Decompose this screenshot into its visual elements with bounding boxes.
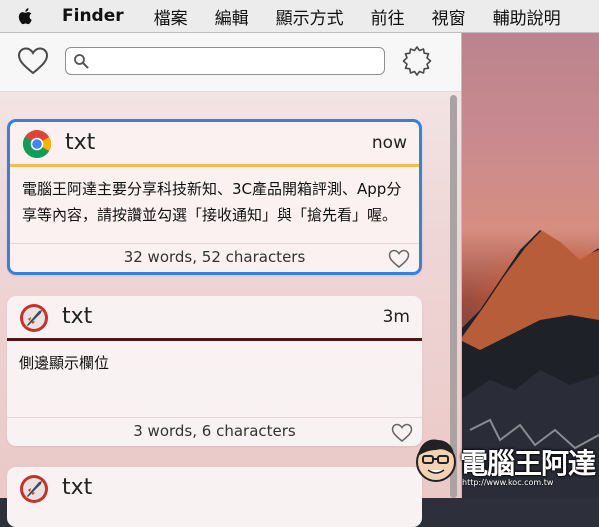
clip-card[interactable]: txt now 電腦王阿達主要分享科技新知、3C產品開箱評測、App分享等內容，… xyxy=(7,119,422,275)
watermark-text: 電腦王阿達 xyxy=(460,447,596,480)
card-header: txt now xyxy=(10,122,419,164)
clipboard-panel: txt now 電腦王阿達主要分享科技新知、3C產品開箱評測、App分享等內容，… xyxy=(0,33,462,527)
search-icon xyxy=(74,54,89,69)
clip-card[interactable]: txt 3m 側邊顯示欄位 3 words, 6 characters xyxy=(7,296,422,446)
card-header: txt xyxy=(7,467,422,509)
search-field[interactable] xyxy=(65,47,385,75)
menu-app-name[interactable]: Finder xyxy=(62,6,124,26)
menu-window[interactable]: 視窗 xyxy=(432,4,466,29)
favorite-heart-icon[interactable] xyxy=(388,249,410,269)
menu-view[interactable]: 顯示方式 xyxy=(276,4,344,29)
card-content: 側邊顯示欄位 xyxy=(19,354,110,372)
card-stats: 32 words, 52 characters xyxy=(10,243,419,272)
menu-help[interactable]: 輔助說明 xyxy=(493,4,561,29)
menu-edit[interactable]: 編輯 xyxy=(215,4,249,29)
chrome-icon xyxy=(23,130,51,158)
rocket-icon xyxy=(20,475,48,503)
rocket-icon xyxy=(20,304,48,332)
apple-icon[interactable] xyxy=(16,6,36,26)
card-header: txt 3m xyxy=(7,296,422,338)
panel-toolbar xyxy=(0,33,461,92)
card-time: now xyxy=(371,133,407,153)
menu-bar: Finder 檔案 編輯 顯示方式 前往 視窗 輔助說明 xyxy=(0,0,599,33)
gear-icon[interactable] xyxy=(400,44,434,78)
search-input[interactable] xyxy=(94,50,378,73)
card-time: 3m xyxy=(382,307,410,327)
card-title: txt xyxy=(65,130,96,155)
card-title: txt xyxy=(62,475,93,500)
card-stats: 3 words, 6 characters xyxy=(7,417,422,446)
menu-file[interactable]: 檔案 xyxy=(154,4,188,29)
card-content: 電腦王阿達主要分享科技新知、3C產品開箱評測、App分享等內容，請按讚並勾選「接… xyxy=(22,180,402,224)
card-title: txt xyxy=(62,304,93,329)
clip-card[interactable]: txt xyxy=(7,467,422,527)
menu-go[interactable]: 前往 xyxy=(371,4,405,29)
watermark-url: http://www.koc.com.tw xyxy=(462,478,554,487)
favorite-heart-icon[interactable] xyxy=(391,423,413,443)
heart-icon[interactable] xyxy=(17,46,49,76)
